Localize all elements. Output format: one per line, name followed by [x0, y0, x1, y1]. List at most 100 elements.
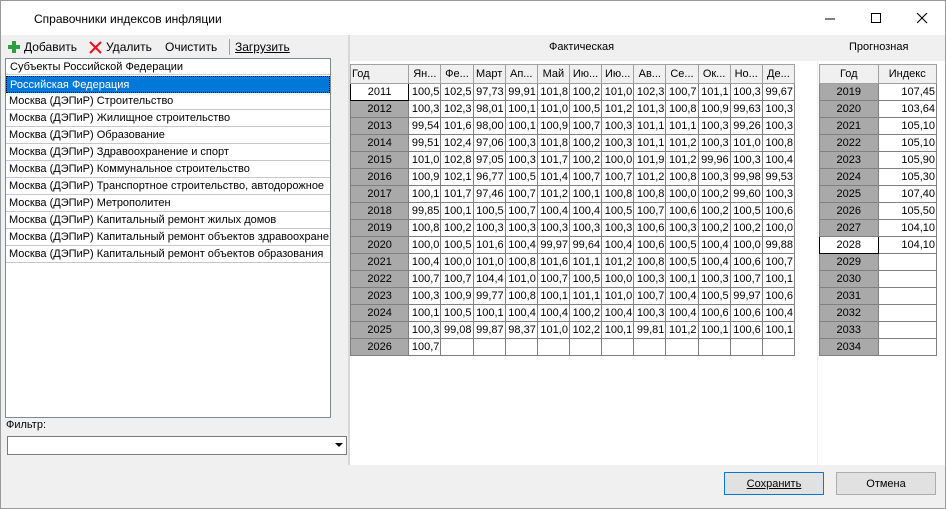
forecast-grid-row[interactable]: 2021 105,10 [819, 117, 937, 135]
forecast-grid-row[interactable]: 2022 105,10 [819, 134, 937, 152]
year-cell[interactable]: 2026 [819, 202, 879, 220]
index-cell[interactable]: 101,2 [601, 253, 635, 271]
actual-grid-row[interactable]: 2014 99,51 102,4 97,06 100,3 101,8 100,2 100,3 1… [349, 134, 796, 152]
index-cell[interactable]: 100,3 [536, 219, 570, 237]
subject-list-item[interactable]: Москва (ДЭПиР) Коммунальное строительств… [6, 161, 330, 178]
index-cell[interactable]: 97,05 [472, 151, 506, 169]
index-cell[interactable]: 100,4 [601, 236, 635, 254]
actual-grid-row[interactable]: 2011 100,5 102,5 97,73 99,91 101,8 100,2 101,0 1… [349, 83, 796, 101]
year-cell[interactable]: 2033 [819, 321, 879, 339]
forecast-index-cell[interactable] [877, 287, 937, 305]
index-cell[interactable]: 100,1 [536, 287, 570, 305]
forecast-index-cell[interactable]: 104,10 [877, 219, 937, 237]
index-cell[interactable]: 100,8 [761, 134, 796, 152]
index-cell[interactable]: 101,2 [601, 100, 635, 118]
index-cell[interactable]: 100,0 [729, 236, 763, 254]
index-cell[interactable] [697, 338, 731, 356]
index-cell[interactable]: 100,8 [665, 168, 699, 186]
index-cell[interactable]: 100,5 [568, 100, 603, 118]
index-cell[interactable]: 100,1 [665, 270, 699, 288]
actual-grid-row[interactable]: 2020 100,0 100,5 101,6 100,4 99,97 99,64 100,4 1… [349, 236, 796, 254]
year-cell[interactable]: 2013 [349, 117, 410, 135]
index-cell[interactable]: 100,3 [504, 134, 538, 152]
index-cell[interactable] [536, 338, 570, 356]
month-column-header[interactable]: Ян... [408, 64, 442, 84]
index-cell[interactable]: 99,51 [408, 134, 442, 152]
index-cell[interactable]: 100,3 [568, 219, 603, 237]
index-cell[interactable]: 100,9 [536, 117, 570, 135]
index-cell[interactable]: 100,7 [504, 185, 538, 203]
year-cell[interactable]: 2030 [819, 270, 879, 288]
index-cell[interactable]: 101,1 [665, 117, 699, 135]
subject-list-item[interactable]: Москва (ДЭПиР) Метрополитен [6, 195, 330, 212]
year-cell[interactable]: 2027 [819, 219, 879, 237]
forecast-grid[interactable]: Год Индекс 2019 107,45 2020 103,64 2021 105,10 2… [819, 64, 937, 356]
forecast-index-cell[interactable] [877, 321, 937, 339]
index-cell[interactable]: 100,7 [601, 168, 635, 186]
index-cell[interactable]: 102,3 [440, 100, 474, 118]
index-cell[interactable]: 100,9 [408, 168, 442, 186]
minimize-button[interactable] [807, 1, 853, 35]
month-column-header[interactable]: Ав... [633, 64, 667, 84]
month-column-header[interactable]: Ок... [697, 64, 731, 84]
index-cell[interactable]: 100,1 [504, 100, 538, 118]
actual-grid-row[interactable]: 2018 99,85 100,1 100,5 100,7 100,4 100,4 100,5 1… [349, 202, 796, 220]
index-cell[interactable]: 100,7 [408, 270, 442, 288]
index-cell[interactable]: 99,77 [472, 287, 506, 305]
index-cell[interactable]: 100,4 [697, 236, 731, 254]
index-cell[interactable]: 100,8 [633, 185, 667, 203]
index-cell[interactable]: 100,3 [761, 100, 796, 118]
index-cell[interactable]: 100,0 [601, 270, 635, 288]
year-cell[interactable]: 2015 [349, 151, 410, 169]
actual-grid-row[interactable]: 2022 100,7 100,7 104,4 101,0 100,7 100,5 100,0 1… [349, 270, 796, 288]
month-column-header[interactable]: Ию... [568, 64, 603, 84]
month-column-header[interactable]: Май [536, 64, 570, 84]
filter-combobox[interactable] [7, 436, 347, 455]
subject-list-item[interactable]: Москва (ДЭПиР) Транспортное строительств… [6, 178, 330, 195]
forecast-index-cell[interactable] [877, 304, 937, 322]
index-cell[interactable]: 101,8 [536, 83, 570, 101]
index-cell[interactable]: 100,3 [601, 117, 635, 135]
index-cell[interactable]: 101,2 [665, 321, 699, 339]
year-column-header[interactable]: Год [349, 64, 410, 84]
index-cell[interactable]: 99,54 [408, 117, 442, 135]
index-cell[interactable]: 97,06 [472, 134, 506, 152]
index-cell[interactable]: 101,0 [601, 83, 635, 101]
forecast-grid-row[interactable]: 2028 104,10 [819, 236, 937, 254]
index-cell[interactable]: 101,0 [536, 321, 570, 339]
subject-list-item[interactable]: Москва (ДЭПиР) Строительство [6, 93, 330, 110]
forecast-grid-row[interactable]: 2032 [819, 304, 937, 322]
index-cell[interactable]: 100,4 [568, 202, 603, 220]
index-cell[interactable]: 100,1 [504, 117, 538, 135]
index-cell[interactable] [504, 338, 538, 356]
year-cell[interactable]: 2023 [349, 287, 410, 305]
index-cell[interactable]: 100,3 [472, 219, 506, 237]
index-cell[interactable]: 100,3 [408, 100, 442, 118]
index-cell[interactable]: 101,7 [536, 151, 570, 169]
index-cell[interactable]: 100,8 [504, 253, 538, 271]
maximize-button[interactable] [853, 1, 899, 35]
year-cell[interactable]: 2012 [349, 100, 410, 118]
year-cell[interactable]: 2032 [819, 304, 879, 322]
index-cell[interactable]: 100,3 [504, 151, 538, 169]
index-cell[interactable]: 100,5 [440, 236, 474, 254]
index-cell[interactable]: 101,1 [633, 117, 667, 135]
index-cell[interactable]: 99,63 [729, 100, 763, 118]
forecast-grid-row[interactable]: 2024 105,30 [819, 168, 937, 186]
index-cell[interactable]: 100,6 [697, 304, 731, 322]
load-button[interactable]: Загрузить [235, 39, 290, 55]
index-cell[interactable]: 100,3 [504, 219, 538, 237]
actual-grid-row[interactable]: 2025 100,3 99,08 99,87 98,37 101,0 102,2 100,1 9… [349, 321, 796, 339]
index-cell[interactable]: 96,77 [472, 168, 506, 186]
index-cell[interactable]: 99,64 [568, 236, 603, 254]
index-cell[interactable]: 99,60 [729, 185, 763, 203]
index-cell[interactable]: 101,3 [633, 100, 667, 118]
index-cell[interactable]: 100,0 [408, 236, 442, 254]
forecast-index-cell[interactable] [877, 338, 937, 356]
forecast-index-cell[interactable]: 107,40 [877, 185, 937, 203]
actual-grid-row[interactable]: 2012 100,3 102,3 98,01 100,1 101,0 100,5 101,2 1… [349, 100, 796, 118]
add-button[interactable]: Добавить [8, 39, 77, 55]
year-cell[interactable]: 2034 [819, 338, 879, 356]
index-cell[interactable]: 100,7 [665, 83, 699, 101]
index-cell[interactable]: 100,5 [601, 202, 635, 220]
